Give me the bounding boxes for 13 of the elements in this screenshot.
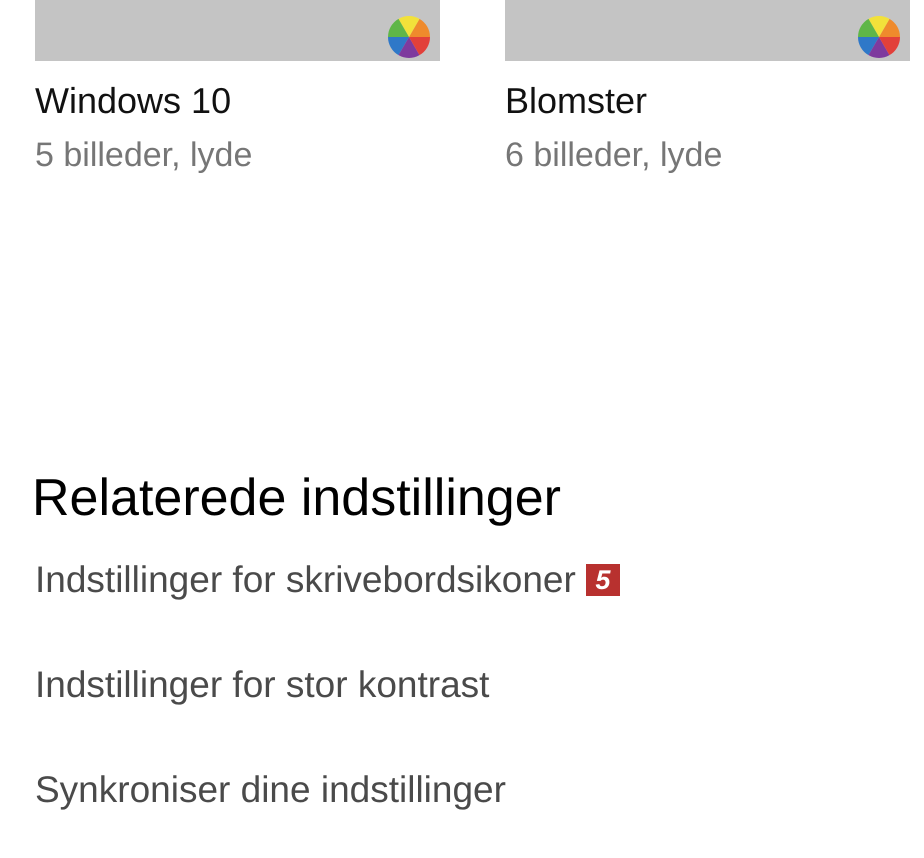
theme-preview[interactable] [505, 0, 910, 61]
settings-link[interactable]: Indstillinger for skrivebordsikoner [35, 558, 576, 602]
settings-link[interactable]: Indstillinger for stor kontrast [35, 663, 490, 707]
callout-badge: 5 [586, 564, 620, 596]
theme-preview[interactable] [35, 0, 440, 61]
theme-title: Windows 10 [35, 80, 232, 122]
theme-description: 5 billeder, lyde [35, 135, 252, 175]
theme-description: 6 billeder, lyde [505, 135, 722, 175]
color-wheel-icon [388, 16, 430, 58]
color-wheel-icon [858, 16, 900, 58]
section-heading: Relaterede indstillinger [32, 468, 561, 528]
settings-link[interactable]: Synkroniser dine indstillinger [35, 768, 506, 812]
theme-title: Blomster [505, 80, 648, 122]
